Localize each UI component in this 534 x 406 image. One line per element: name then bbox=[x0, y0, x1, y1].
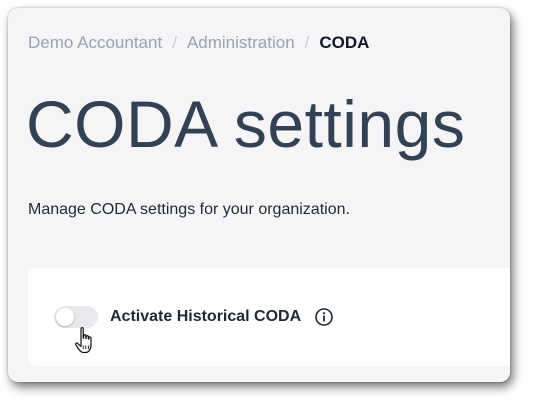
breadcrumb-item-administration[interactable]: Administration bbox=[187, 33, 295, 53]
breadcrumb-separator: / bbox=[304, 33, 310, 52]
breadcrumb-separator: / bbox=[172, 33, 177, 52]
breadcrumb-current: CODA bbox=[319, 33, 370, 52]
breadcrumb: Demo Accountant / Administration / CODA bbox=[28, 33, 369, 53]
settings-card: Activate Historical CODA bbox=[28, 268, 510, 366]
page-title: CODA settings bbox=[26, 87, 466, 161]
toggle-knob bbox=[56, 308, 74, 326]
hand-pointer-icon bbox=[74, 326, 96, 356]
historical-coda-toggle[interactable] bbox=[54, 306, 98, 328]
info-circle-icon[interactable] bbox=[314, 307, 334, 327]
historical-coda-label: Activate Historical CODA bbox=[110, 308, 302, 325]
page-description: Manage CODA settings for your organizati… bbox=[28, 201, 350, 218]
app-window: Demo Accountant / Administration / CODA … bbox=[8, 8, 510, 382]
breadcrumb-item-demo-accountant[interactable]: Demo Accountant bbox=[28, 33, 162, 53]
